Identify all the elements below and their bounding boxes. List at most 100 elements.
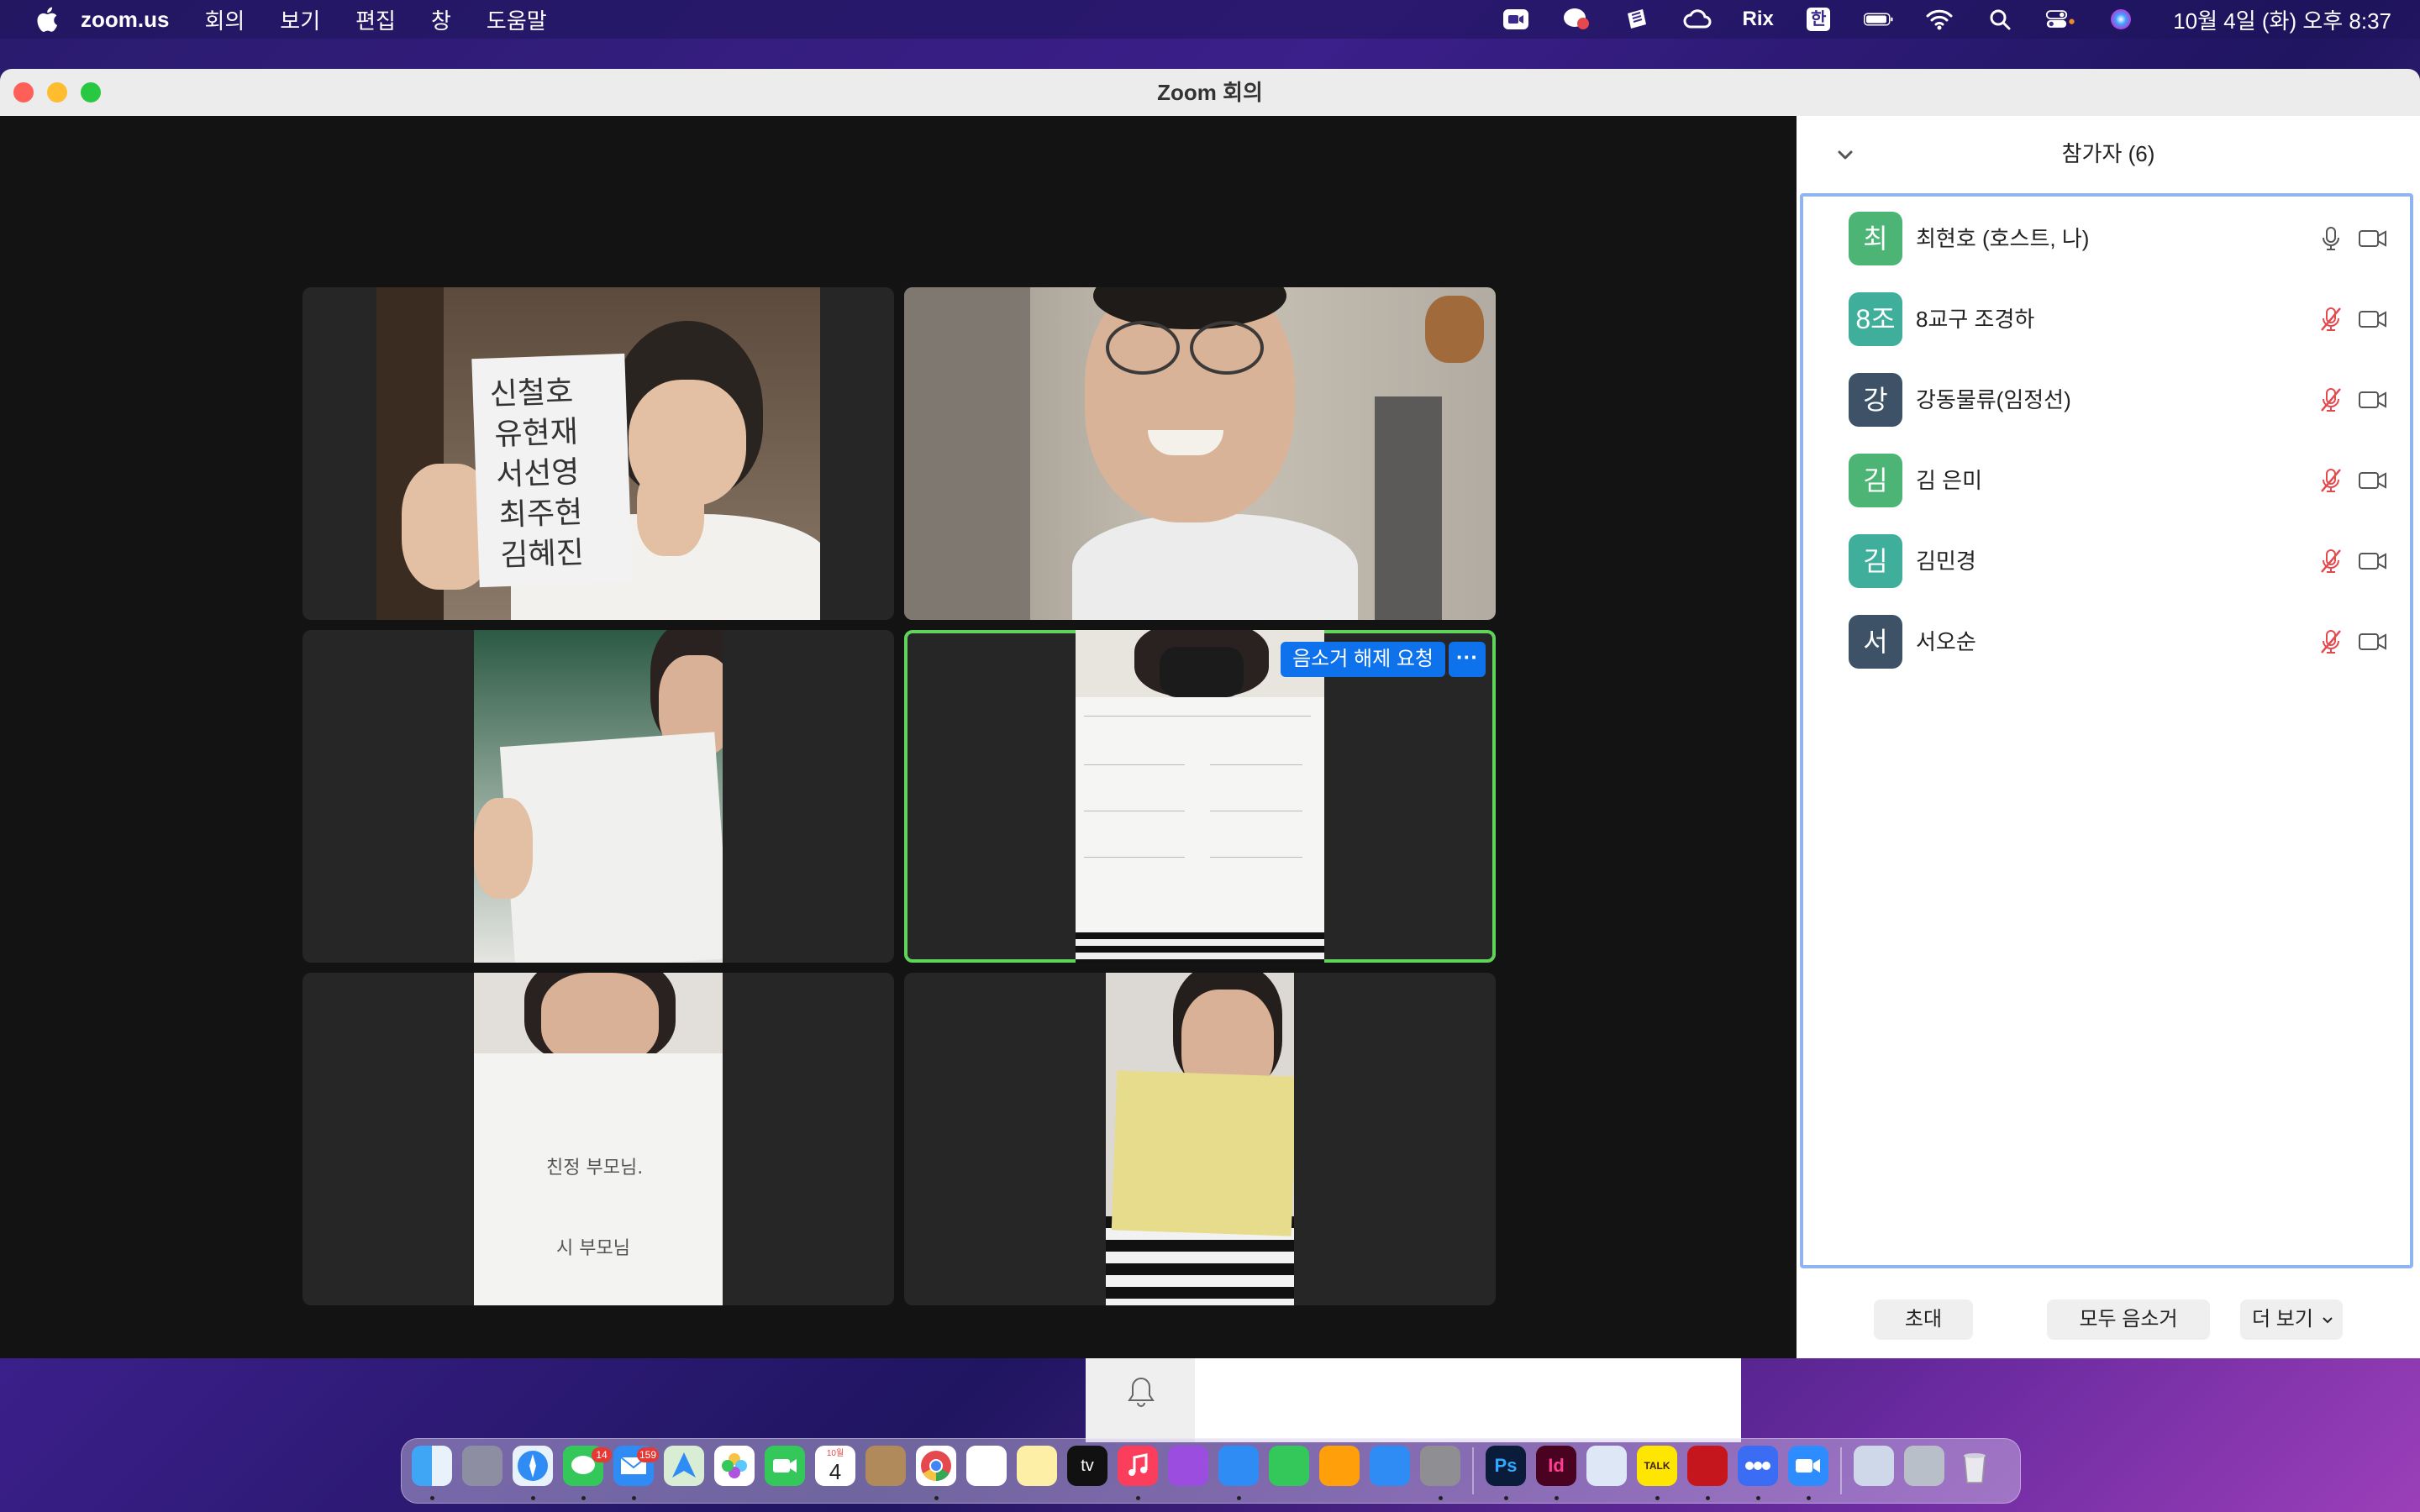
- system-preferences-icon[interactable]: [1420, 1446, 1460, 1486]
- maps-icon[interactable]: [664, 1446, 704, 1486]
- muted-microphone-icon[interactable]: [2317, 306, 2344, 333]
- participant-row[interactable]: 서 서오순: [1803, 601, 2410, 682]
- menu-app-name[interactable]: zoom.us: [81, 7, 169, 33]
- participant-row[interactable]: 김 김민경: [1803, 521, 2410, 601]
- apple-icon[interactable]: [34, 5, 59, 34]
- handwritten-line-5: 김혜진: [499, 535, 585, 574]
- video-tile-1[interactable]: 신철호 유현재 서선영 최주현 김혜진: [302, 287, 894, 620]
- battery-icon[interactable]: [1864, 7, 1894, 32]
- contacts-icon[interactable]: [865, 1446, 906, 1486]
- participant-row[interactable]: 김 김 은미: [1803, 440, 2410, 521]
- muted-microphone-icon[interactable]: [2317, 548, 2344, 575]
- participant-name: 강동물류(임정선): [1916, 387, 2071, 412]
- video-camera-icon[interactable]: [2358, 469, 2388, 492]
- handwritten-line-4: 최주현: [498, 495, 583, 533]
- participant-row[interactable]: 강 강동물류(임정선): [1803, 360, 2410, 440]
- menu-window[interactable]: 창: [431, 4, 451, 35]
- more-options-button[interactable]: 더 보기: [2240, 1299, 2343, 1340]
- creative-cloud-icon[interactable]: [1682, 7, 1712, 32]
- chrome-icon[interactable]: [916, 1446, 956, 1486]
- video-tile-4-active-speaker[interactable]: 음소거 해제 요청 ···: [904, 630, 1496, 963]
- menu-help[interactable]: 도움말: [487, 4, 547, 35]
- video-tile-2[interactable]: [904, 287, 1496, 620]
- reminders-icon[interactable]: [966, 1446, 1007, 1486]
- running-indicator: [1237, 1496, 1241, 1500]
- video-camera-icon[interactable]: [2358, 388, 2388, 412]
- muted-microphone-icon[interactable]: [2317, 628, 2344, 655]
- running-indicator: [1807, 1496, 1811, 1500]
- video-feed-5: 친정 부모님. 시 부모님: [474, 973, 723, 1305]
- running-indicator: [1439, 1496, 1443, 1500]
- photoshop-icon[interactable]: Ps: [1486, 1446, 1526, 1486]
- documents-stack-icon[interactable]: [1904, 1446, 1944, 1486]
- finder-icon[interactable]: [412, 1446, 452, 1486]
- video-tile-3[interactable]: [302, 630, 894, 963]
- handwritten-paper-5: 친정 부모님. 시 부모님: [474, 1053, 723, 1305]
- stickies-icon[interactable]: [1586, 1446, 1627, 1486]
- apple-tv-icon[interactable]: tv: [1067, 1446, 1107, 1486]
- acrobat-icon[interactable]: [1687, 1446, 1728, 1486]
- tile-more-options-button[interactable]: ···: [1449, 642, 1486, 677]
- mute-all-button[interactable]: 모두 음소거: [2047, 1299, 2210, 1340]
- running-indicator: [1504, 1496, 1508, 1500]
- menu-edit[interactable]: 편집: [355, 4, 396, 35]
- spotlight-search-icon[interactable]: [1985, 7, 2015, 32]
- zoom-status-icon[interactable]: [1501, 7, 1531, 32]
- calendar-icon[interactable]: 10월 4: [815, 1446, 855, 1486]
- ask-to-unmute-button[interactable]: 음소거 해제 요청: [1281, 642, 1445, 677]
- video-camera-icon[interactable]: [2358, 549, 2388, 573]
- rix-status[interactable]: Rix: [1743, 7, 1774, 32]
- video-camera-icon[interactable]: [2358, 227, 2388, 250]
- podcasts-icon[interactable]: [1168, 1446, 1208, 1486]
- control-center-icon[interactable]: [2045, 7, 2075, 32]
- input-method-icon[interactable]: 한: [1803, 7, 1833, 32]
- avatar: 김: [1849, 534, 1902, 588]
- handwritten-line-2: 유현재: [493, 414, 579, 453]
- video-tile-5[interactable]: 친정 부모님. 시 부모님: [302, 973, 894, 1305]
- messages-icon[interactable]: 14: [563, 1446, 612, 1486]
- video-camera-icon[interactable]: [2358, 630, 2388, 654]
- bell-icon[interactable]: [1126, 1375, 1156, 1409]
- muted-microphone-icon[interactable]: [2317, 386, 2344, 413]
- menu-view[interactable]: 보기: [280, 4, 320, 35]
- downloads-stack-icon[interactable]: [1854, 1446, 1894, 1486]
- chat-notification-icon[interactable]: [1561, 7, 1591, 32]
- participants-title: 참가자 (6): [2061, 141, 2155, 166]
- numbers-icon[interactable]: [1269, 1446, 1309, 1486]
- more-options-label: 더 보기: [2252, 1308, 2313, 1331]
- indesign-icon[interactable]: Id: [1536, 1446, 1576, 1486]
- mail-icon[interactable]: 159: [613, 1446, 660, 1486]
- launchpad-icon[interactable]: [462, 1446, 502, 1486]
- apple-tv-label: tv: [1081, 1457, 1094, 1475]
- video-camera-icon[interactable]: [2358, 307, 2388, 331]
- menu-meeting[interactable]: 회의: [204, 4, 245, 35]
- facetime-icon[interactable]: [765, 1446, 805, 1486]
- avatar: 8조: [1849, 292, 1902, 346]
- participant-row[interactable]: 최 최현호 (호스트, 나): [1803, 198, 2410, 279]
- muted-microphone-icon[interactable]: [2317, 467, 2344, 494]
- app-store-icon[interactable]: [1370, 1446, 1410, 1486]
- notes-icon[interactable]: [1622, 7, 1652, 32]
- zoom-app-icon[interactable]: [1788, 1446, 1828, 1486]
- notes-app-icon[interactable]: [1017, 1446, 1057, 1486]
- kakaotalk-icon[interactable]: TALK: [1637, 1446, 1677, 1486]
- running-indicator: [1706, 1496, 1710, 1500]
- menu-bar: zoom.us 회의 보기 편집 창 도움말 Rix 한 10월 4일 (화) …: [0, 0, 2420, 39]
- trash-icon[interactable]: [1954, 1446, 1995, 1486]
- microphone-icon[interactable]: [2317, 225, 2344, 252]
- photos-icon[interactable]: [714, 1446, 755, 1486]
- avatar: 서: [1849, 615, 1902, 669]
- keynote-icon[interactable]: [1218, 1446, 1259, 1486]
- pages-icon[interactable]: [1319, 1446, 1360, 1486]
- handwritten-line-7: 시 부모님: [556, 1238, 630, 1259]
- video-tile-6[interactable]: [904, 973, 1496, 1305]
- participant-row[interactable]: 8조 8교구 조경하: [1803, 279, 2410, 360]
- music-icon[interactable]: [1118, 1446, 1158, 1486]
- invite-button[interactable]: 초대: [1874, 1299, 1973, 1340]
- participants-list[interactable]: 최 최현호 (호스트, 나) 8조 8교구 조경하 강 강동물류(임정선) 김 …: [1800, 193, 2413, 1268]
- siri-icon[interactable]: [2106, 7, 2136, 32]
- safari-icon[interactable]: [513, 1446, 553, 1486]
- menu-clock[interactable]: 10월 4일 (화) 오후 8:37: [2173, 4, 2391, 35]
- wifi-icon[interactable]: [1924, 7, 1954, 32]
- meetings-app-icon[interactable]: [1738, 1446, 1778, 1486]
